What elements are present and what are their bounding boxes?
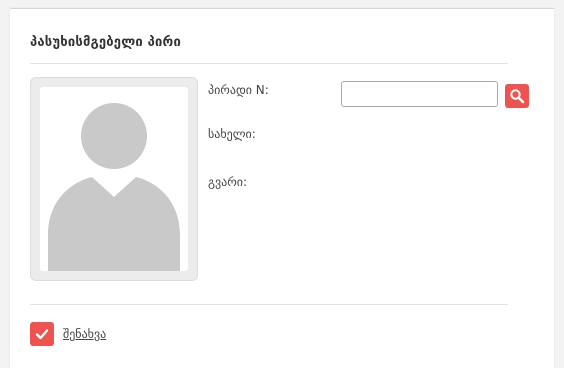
avatar-head [81, 103, 147, 169]
save-action: შენახვა [30, 322, 106, 346]
personal-id-input[interactable] [341, 81, 498, 107]
save-checkbox[interactable] [30, 322, 54, 346]
search-button[interactable] [505, 84, 529, 108]
divider-top [30, 63, 508, 64]
first-name-label: სახელი: [208, 127, 256, 141]
personal-id-label: პირადი N: [208, 83, 269, 97]
avatar-placeholder [40, 87, 188, 271]
responsible-person-panel: პასუხისმგებელი პირი პირადი N: სახელი: გვ… [10, 8, 554, 368]
search-icon [510, 89, 525, 104]
avatar-body [48, 177, 180, 271]
check-icon [35, 329, 49, 340]
divider-bottom [30, 304, 508, 305]
save-link[interactable]: შენახვა [63, 327, 106, 341]
last-name-label: გვარი: [208, 175, 248, 189]
panel-title: პასუხისმგებელი პირი [30, 35, 181, 50]
photo-frame [30, 77, 198, 281]
avatar-icon [48, 103, 180, 271]
